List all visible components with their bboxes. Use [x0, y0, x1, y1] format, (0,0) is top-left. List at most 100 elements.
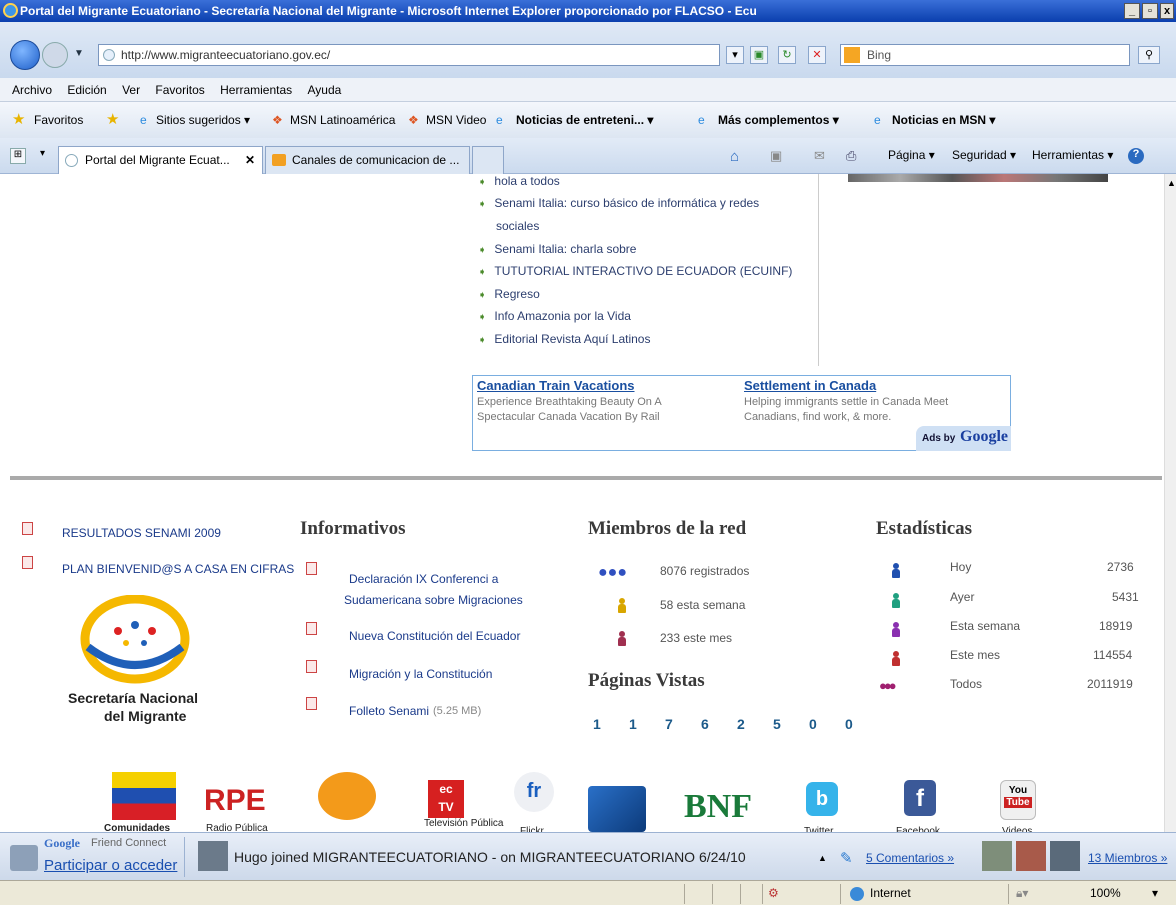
protected-mode-icon[interactable]: 🔒︎▾ — [1016, 881, 1028, 905]
fav-noticias-entretenimiento[interactable]: Noticias de entreteni... ▾ — [516, 102, 653, 138]
favorites-button[interactable]: Favoritos — [34, 102, 83, 138]
fav-msn-video[interactable]: MSN Video — [426, 102, 486, 138]
url-text: http://www.migranteecuatoriano.gov.ec/ — [121, 48, 331, 62]
join-or-sign-in-link[interactable]: Participar o acceder — [44, 857, 177, 874]
members-link[interactable]: 13 Miembros » — [1088, 851, 1167, 865]
status-separator — [1008, 884, 1009, 904]
news-text: hola a todos — [494, 174, 560, 188]
fav-sitios-sugeridos[interactable]: Sitios sugeridos ▾ — [156, 102, 250, 138]
google-ads-box: Canadian Train Vacations Experience Brea… — [472, 375, 1011, 451]
forward-button[interactable] — [42, 42, 68, 68]
news-item[interactable]: ➧ Info Amazonia por la Vida — [478, 309, 631, 323]
link-migracion-constitucion[interactable]: Migración y la Constitución — [349, 667, 492, 681]
arrow-icon: ➧ — [478, 267, 487, 278]
tv-publica-logo-icon[interactable]: ec TV — [428, 780, 464, 818]
news-item-continued[interactable]: sociales — [496, 219, 539, 233]
comments-link[interactable]: 5 Comentarios » — [866, 851, 954, 865]
stat-person-icon — [892, 563, 900, 578]
news-item[interactable]: ➧ Senami Italia: curso básico de informát… — [478, 196, 759, 210]
print-icon[interactable]: ⎙ — [846, 148, 856, 164]
menu-archivo[interactable]: Archivo — [12, 83, 52, 97]
pdf-icon — [306, 697, 317, 710]
address-input[interactable]: http://www.migranteecuatoriano.gov.ec/ — [98, 44, 720, 66]
search-button[interactable]: ⚲ — [1138, 46, 1160, 64]
tab-portal-migrante[interactable]: Portal del Migrante Ecuat... ✕ — [58, 146, 263, 174]
close-tab-icon[interactable]: ✕ — [245, 147, 255, 173]
tab-canales-comunicacion[interactable]: Canales de comunicacion de ... — [265, 146, 470, 174]
news-item[interactable]: ➧ Senami Italia: charla sobre — [478, 242, 636, 256]
history-dropdown-icon[interactable]: ▼ — [74, 48, 84, 59]
minimize-button[interactable]: _ — [1124, 3, 1140, 19]
ads-by-google-badge[interactable]: Ads by Google — [916, 426, 1011, 451]
youtube-icon[interactable]: You Tube — [1000, 780, 1036, 820]
maximize-button[interactable]: ▫ — [1142, 3, 1158, 19]
flickr-icon[interactable]: fr — [514, 772, 554, 812]
refresh-icon[interactable]: ↻ — [778, 46, 796, 64]
news-item[interactable]: ➧ TUTUTORIAL INTERACTIVO DE ECUADOR (ECUI… — [478, 264, 792, 278]
tab-list-dropdown-icon[interactable]: ▾ — [40, 148, 45, 159]
twitter-icon[interactable]: b — [806, 782, 838, 816]
member-month-icon — [618, 631, 626, 646]
compatibility-icon[interactable]: ▣ — [750, 46, 768, 64]
link-nueva-constitucion[interactable]: Nueva Constitución del Ecuador — [349, 629, 520, 643]
facebook-icon[interactable]: f — [904, 780, 936, 816]
fav-noticias-msn[interactable]: Noticias en MSN ▾ — [892, 102, 995, 138]
privacy-icon[interactable]: ⚙ — [768, 881, 779, 905]
ad-link-settlement-canada[interactable]: Settlement in Canada — [744, 378, 876, 393]
flickr-mark: fr — [526, 780, 542, 802]
mail-icon[interactable]: ✉ — [814, 148, 825, 164]
menu-ayuda[interactable]: Ayuda — [308, 83, 342, 97]
add-favorite-icon[interactable]: ★ — [106, 102, 119, 138]
address-dropdown-button[interactable]: ▾ — [726, 46, 744, 64]
new-tab-button[interactable] — [472, 146, 504, 174]
zoom-dropdown-icon[interactable]: ▾ — [1152, 881, 1158, 905]
user-avatar[interactable] — [198, 841, 228, 871]
quick-tabs-icon[interactable]: ⊞ — [10, 148, 26, 164]
ad-text: Helping immigrants settle in Canada Meet — [744, 396, 949, 408]
close-window-button[interactable]: x — [1160, 3, 1174, 19]
stat-label-hoy: Hoy — [950, 560, 972, 574]
rpe-logo-icon[interactable]: RPE — [204, 784, 266, 818]
activity-up-icon[interactable]: ▲ — [818, 853, 827, 863]
link-folleto-senami[interactable]: Folleto Senami — [349, 704, 429, 718]
back-button[interactable] — [10, 40, 40, 70]
page-menu-button[interactable]: Página ▾ — [888, 148, 935, 162]
help-icon[interactable]: ? — [1128, 148, 1144, 164]
comunidades-flag-icon[interactable] — [112, 772, 176, 820]
tools-menu-button[interactable]: Herramientas ▾ — [1032, 148, 1113, 162]
stop-icon[interactable]: ✕ — [808, 46, 826, 64]
news-item[interactable]: ➧ Regreso — [478, 287, 540, 301]
scroll-up-icon[interactable]: ▲ — [1167, 178, 1176, 188]
news-item[interactable]: ➧ hola a todos — [478, 174, 560, 188]
security-menu-button[interactable]: Seguridad ▾ — [952, 148, 1016, 162]
ad-link-train-vacations[interactable]: Canadian Train Vacations — [477, 378, 635, 393]
menu-edicion[interactable]: Edición — [67, 83, 106, 97]
pdf-icon — [306, 562, 317, 575]
link-plan-bienvenidos[interactable]: PLAN BIENVENID@S A CASA EN CIFRAS — [62, 562, 294, 576]
tv-channel-icon[interactable] — [588, 786, 646, 832]
menu-herramientas[interactable]: Herramientas — [220, 83, 292, 97]
bnf-logo-icon[interactable]: BNF — [684, 788, 752, 826]
vertical-scrollbar[interactable]: ▲ — [1164, 174, 1176, 832]
home-icon[interactable]: ⌂ — [730, 148, 739, 165]
member-avatar[interactable] — [1050, 841, 1080, 871]
link-declaracion-line2[interactable]: Sudamericana sobre Migraciones — [344, 593, 523, 607]
feeds-icon[interactable]: ▣ — [770, 148, 782, 164]
menu-favoritos[interactable]: Favoritos — [155, 83, 204, 97]
member-avatar[interactable] — [1016, 841, 1046, 871]
ie-page-icon: e — [496, 113, 503, 127]
link-declaracion[interactable]: Declaración IX Conferenci a — [349, 572, 498, 586]
theater-masks-icon[interactable] — [318, 772, 376, 820]
television-publica-label[interactable]: Televisión Pública — [424, 818, 504, 829]
fav-msn-latinoamerica[interactable]: MSN Latinoamérica — [290, 102, 395, 138]
member-avatar[interactable] — [982, 841, 1012, 871]
news-item[interactable]: ➧ Editorial Revista Aquí Latinos — [478, 332, 650, 346]
arrow-icon: ➧ — [478, 199, 487, 210]
menu-ver[interactable]: Ver — [122, 83, 140, 97]
search-input[interactable]: Bing — [840, 44, 1130, 66]
arrow-icon: ➧ — [478, 290, 487, 301]
zoom-level[interactable]: 100% — [1090, 881, 1121, 905]
status-separator — [684, 884, 685, 904]
link-resultados-senami[interactable]: RESULTADOS SENAMI 2009 — [62, 526, 221, 540]
fav-mas-complementos[interactable]: Más complementos ▾ — [718, 102, 839, 138]
